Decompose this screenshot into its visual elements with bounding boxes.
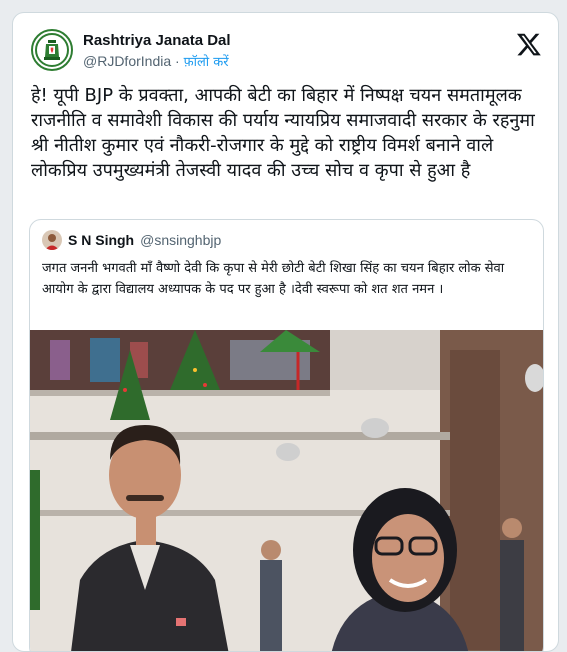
tweet-card: Rashtriya Janata Dal @RJDforIndia · फ़ॉल… [12,12,559,652]
tweet-text: हे! यूपी BJP के प्रवक्ता, आपकी बेटी का ब… [31,85,535,181]
quoted-handle[interactable]: @snsinghbjp [140,232,221,248]
party-logo-avatar[interactable] [31,29,73,71]
quoted-tweet[interactable]: S N Singh @snsinghbjp जगत जननी भगवती माँ… [29,219,544,651]
follow-link[interactable]: फ़ॉलो करें [184,55,229,70]
quoted-display-name[interactable]: S N Singh [68,232,134,248]
account-handle[interactable]: @RJDforIndia [83,53,171,69]
quoted-avatar[interactable] [42,230,62,250]
handle-separator: · [171,53,184,69]
lantern-icon [35,33,69,67]
quoted-text: जगत जननी भगवती माँ वैष्णो देवी कि कृपा स… [42,261,505,297]
tweet-header: Rashtriya Janata Dal @RJDforIndia · फ़ॉल… [31,29,542,73]
account-display-name[interactable]: Rashtriya Janata Dal [83,31,231,51]
quoted-photo[interactable] [30,330,543,651]
x-logo-icon[interactable] [516,31,542,57]
